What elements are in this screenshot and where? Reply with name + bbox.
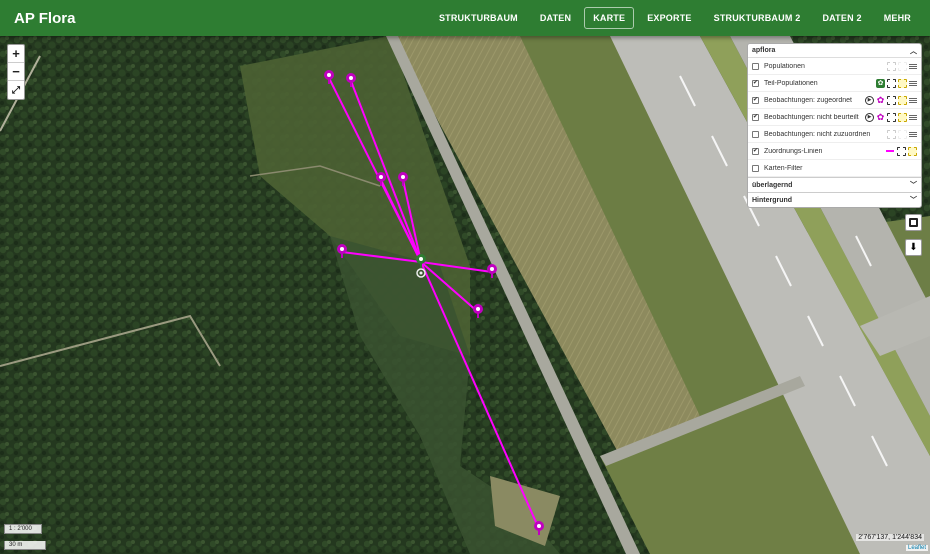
square-icon (909, 218, 918, 227)
highlight-icon[interactable] (898, 61, 907, 71)
nav-strukturbaum-2[interactable]: STRUKTURBAUM 2 (705, 7, 810, 29)
beob-marker[interactable] (486, 264, 498, 278)
layer-populationen[interactable]: Populationen (748, 58, 921, 75)
checkbox[interactable] (752, 130, 759, 138)
tpop-marker[interactable] (415, 254, 427, 268)
checkbox[interactable] (752, 62, 759, 70)
line-icon (885, 147, 895, 156)
layer-beob-zugeordnet[interactable]: ✔ Beobachtungen: zugeordnet ▶ ✿ (748, 92, 921, 109)
layer-label: Zuordnungs-Linien (764, 147, 823, 155)
layer-beob-nicht-beurteilt[interactable]: ✔ Beobachtungen: nicht beurteilt ▶ ✿ (748, 109, 921, 126)
drag-handle-icon[interactable] (909, 96, 917, 105)
layer-panel-title: apflora (752, 47, 776, 54)
layer-karten-filter[interactable]: Karten-Filter (748, 160, 921, 177)
highlight-icon[interactable] (898, 129, 907, 139)
beob-marker[interactable] (397, 172, 409, 186)
section-ueberlagernd[interactable]: überlagernd ﹀ (748, 177, 921, 192)
chevron-down-icon[interactable]: ﹀ (910, 195, 917, 205)
zoom-control: + − ⤢ (7, 44, 25, 100)
beob-marker[interactable] (533, 521, 545, 535)
scale-ratio[interactable]: 1 : 2'000 (4, 524, 42, 534)
section-hintergrund[interactable]: Hintergrund ﹀ (748, 192, 921, 207)
layer-teil-populationen[interactable]: ✔ Teil-Populationen ✿ (748, 75, 921, 92)
layer-label: Beobachtungen: nicht zuzuordnen (764, 130, 871, 138)
beob-marker[interactable] (345, 73, 357, 87)
draw-polygon-button[interactable] (905, 214, 922, 231)
play-icon[interactable]: ▶ (865, 112, 874, 122)
checkbox[interactable]: ✔ (752, 96, 759, 104)
app-bar: AP Flora STRUKTURBAUM DATEN KARTE EXPORT… (0, 0, 930, 36)
layer-label: Beobachtungen: zugeordnet (764, 96, 852, 104)
download-button[interactable]: ⬇ (905, 239, 922, 256)
layer-label: Teil-Populationen (764, 79, 818, 87)
layer-label: Populationen (764, 62, 805, 70)
nav-exporte[interactable]: EXPORTE (638, 7, 700, 29)
beob-marker[interactable] (472, 304, 484, 318)
nav-karte[interactable]: KARTE (584, 7, 635, 29)
layer-panel: apflora ︿ Populationen ✔ Teil-Population… (747, 43, 922, 208)
checkbox[interactable] (752, 164, 759, 172)
play-icon[interactable]: ▶ (865, 95, 874, 105)
nav-mehr[interactable]: MEHR (875, 7, 920, 29)
layer-beob-nicht-zuzuordnen[interactable]: Beobachtungen: nicht zuzuordnen (748, 126, 921, 143)
chevron-up-icon[interactable]: ︿ (910, 46, 917, 56)
drag-handle-icon[interactable] (909, 130, 917, 139)
highlight-icon[interactable] (898, 78, 907, 88)
chevron-down-icon[interactable]: ﹀ (910, 180, 917, 190)
zoom-to-layer-icon[interactable] (887, 112, 896, 122)
zoom-out-button[interactable]: − (8, 63, 24, 81)
beob-marker[interactable] (375, 172, 387, 186)
attribution-link[interactable]: Leaflet (905, 545, 928, 551)
drag-handle-icon[interactable] (909, 79, 917, 88)
beob-marker[interactable] (323, 70, 335, 84)
nav-daten[interactable]: DATEN (531, 7, 580, 29)
layer-zuordnungs-linien[interactable]: ✔ Zuordnungs-Linien (748, 143, 921, 160)
drag-handle-icon[interactable] (909, 113, 917, 122)
scale-bar: 30 m (4, 541, 46, 550)
zoom-in-button[interactable]: + (8, 45, 24, 63)
checkbox[interactable]: ✔ (752, 147, 759, 155)
highlight-icon[interactable] (898, 112, 907, 122)
zoom-to-layer-icon[interactable] (887, 61, 896, 71)
flower-icon[interactable]: ✿ (876, 78, 885, 88)
zoom-to-layer-icon[interactable] (897, 146, 906, 156)
flower-icon[interactable]: ✿ (876, 112, 885, 122)
zoom-to-layer-icon[interactable] (887, 78, 896, 88)
checkbox[interactable]: ✔ (752, 79, 759, 87)
layer-label: Beobachtungen: nicht beurteilt (764, 113, 859, 121)
zoom-to-layer-icon[interactable] (887, 129, 896, 139)
section-label: überlagernd (752, 181, 793, 189)
drag-handle-icon[interactable] (909, 62, 917, 71)
flower-icon[interactable]: ✿ (876, 95, 885, 105)
tpop-marker-shadow (416, 268, 426, 278)
main-nav: STRUKTURBAUM DATEN KARTE EXPORTE STRUKTU… (428, 0, 922, 36)
highlight-icon[interactable] (908, 146, 917, 156)
zoom-to-layer-icon[interactable] (887, 95, 896, 105)
section-label: Hintergrund (752, 196, 793, 204)
beob-marker[interactable] (336, 244, 348, 258)
highlight-icon[interactable] (898, 95, 907, 105)
layer-label: Karten-Filter (764, 164, 803, 172)
download-icon: ⬇ (909, 242, 918, 253)
app-title: AP Flora (14, 9, 76, 27)
fullscreen-button[interactable]: ⤢ (8, 81, 24, 99)
checkbox[interactable]: ✔ (752, 113, 759, 121)
nav-strukturbaum[interactable]: STRUKTURBAUM (430, 7, 527, 29)
coordinates-display[interactable]: 2'767'137, 1'244'834 (856, 534, 924, 541)
layer-panel-header[interactable]: apflora ︿ (748, 44, 921, 58)
nav-daten-2[interactable]: DATEN 2 (813, 7, 870, 29)
